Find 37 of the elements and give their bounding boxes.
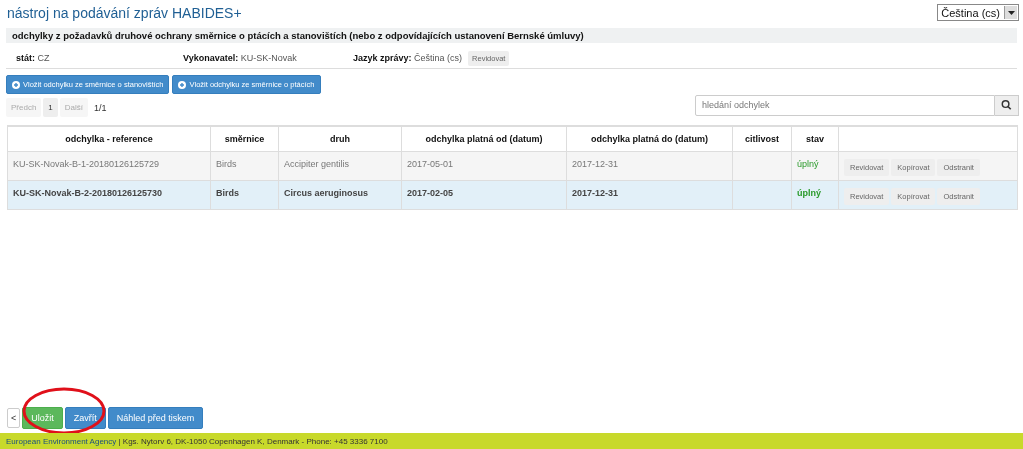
info-text: Vykonavatel: KU-SK-Novak (183, 53, 297, 63)
column-header: citlivost (732, 126, 792, 152)
plus-circle-icon (12, 80, 20, 89)
column-header: směrnice (210, 126, 279, 152)
column-header: stav (791, 126, 839, 152)
search-icon (1001, 99, 1012, 111)
table-cell: Birds (216, 159, 237, 169)
footer-link[interactable]: European Environment Agency (6, 436, 117, 446)
search-field[interactable]: hledání odchylek (695, 94, 995, 116)
section-title: odchylky z požadavků druhové ochrany směrnice o ptácích a stanovištích (nebo z odpovídajících ustanovení Bernské úmluvy) (6, 28, 1017, 43)
info-text: stát: CZ (16, 53, 50, 63)
column-header: odchylka - reference (7, 126, 211, 152)
info-text: Jazyk zprávy: Čeština (cs) (353, 53, 463, 63)
table-cell: 2017-12-31 (572, 159, 619, 169)
app-title: nástroj na podávání zpráv HABIDES+ (7, 5, 242, 21)
search-button[interactable] (995, 94, 1019, 116)
footer-text: | Kgs. Nytorv 6, DK-1050 Copenhagen K, Denmark - Phone: +45 3336 7100 (117, 436, 388, 446)
plus-circle-icon (178, 80, 187, 89)
table-cell: KU-SK-Novak-B-1-20180126125729 (13, 159, 160, 169)
table-cell: Circus aeruginosus (284, 188, 369, 198)
column-header: odchylka platná od (datum) (401, 126, 567, 152)
page-button[interactable]: 1 (43, 98, 58, 117)
table-cell: Birds (216, 188, 239, 198)
language-select[interactable]: Čeština (cs) (937, 4, 1019, 21)
status-text: úplný (797, 188, 821, 198)
caret-icon (1004, 6, 1017, 19)
table-cell: 2017-12-31 (572, 188, 619, 198)
back-button[interactable]: < (7, 408, 21, 428)
column-header: odchylka platná do (datum) (566, 126, 733, 152)
table-cell: 2017-05-01 (407, 159, 454, 169)
status-text: úplný (797, 159, 819, 169)
table-cell: Accipiter gentilis (284, 159, 350, 169)
print-preview-button[interactable]: Náhled před tiskem (107, 407, 204, 429)
page-count: 1/1 (94, 102, 107, 113)
column-header: druh (278, 126, 402, 152)
table-cell: 2017-02-05 (407, 188, 454, 198)
table-cell: KU-SK-Novak-B-2-20180126125730 (13, 188, 163, 198)
